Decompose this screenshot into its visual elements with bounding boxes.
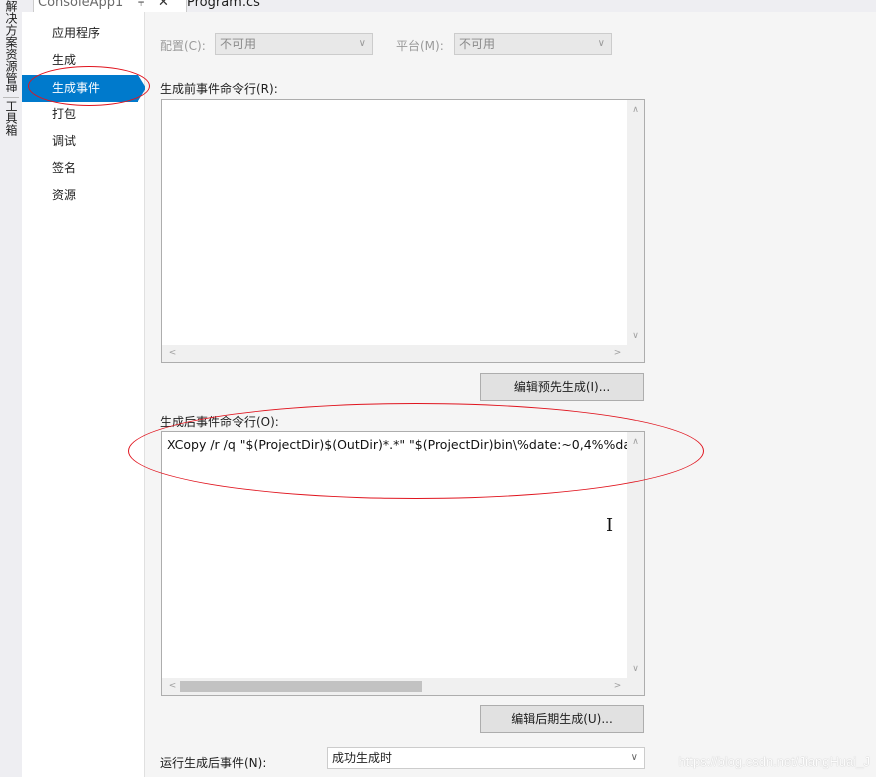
prebuild-vscroll[interactable]: ∧ ∨ [627, 100, 644, 345]
edit-postbuild-button[interactable]: 编辑后期生成(U)... [480, 705, 644, 733]
solution-explorer-tab[interactable]: 解决方案资源管理器 [3, 0, 19, 92]
property-nav: 应用程序 生成 生成事件 打包 调试 签名 资源 [22, 12, 146, 777]
chevron-down-icon: ∨ [597, 38, 605, 49]
tab-project[interactable]: ConsoleApp1 ⫧ ✕ [33, 0, 187, 12]
postbuild-label: 生成后事件命令行(O): [160, 415, 279, 429]
nav-item-application[interactable]: 应用程序 [22, 20, 138, 47]
nav-item-build-events[interactable]: 生成事件 [22, 75, 138, 102]
nav-item-signing[interactable]: 签名 [22, 155, 138, 182]
platform-value: 不可用 [459, 37, 496, 51]
postbuild-hscroll[interactable]: < > [162, 678, 627, 695]
hscroll-thumb[interactable] [180, 681, 422, 692]
edit-prebuild-button[interactable]: 编辑预先生成(I)... [480, 373, 644, 401]
prebuild-textbox[interactable]: ∧ ∨ < > [161, 99, 645, 363]
prebuild-label: 生成前事件命令行(R): [160, 82, 278, 96]
chevron-down-icon: ∨ [630, 752, 638, 763]
pin-icon[interactable]: ⫧ [138, 0, 144, 12]
scroll-corner [627, 345, 644, 362]
scroll-down-icon[interactable]: ∨ [627, 661, 644, 678]
watermark: https://blog.csdn.net/JiangHuai_J [678, 754, 870, 769]
document-tab-bar: ConsoleApp1 ⫧ ✕ Program.cs [22, 0, 876, 12]
run-postbuild-select[interactable]: 成功生成时 ∨ [327, 747, 645, 769]
scroll-up-icon[interactable]: ∧ [627, 102, 644, 119]
nav-item-build[interactable]: 生成 [22, 47, 138, 74]
postbuild-textbox[interactable]: XCopy /r /q "$(ProjectDir)$(OutDir)*.*" … [161, 431, 645, 696]
run-postbuild-label: 运行生成后事件(N): [160, 756, 267, 770]
scroll-corner [627, 678, 644, 695]
nav-item-package[interactable]: 打包 [22, 101, 138, 128]
scroll-left-icon[interactable]: < [164, 678, 181, 695]
scroll-right-icon[interactable]: > [609, 345, 626, 362]
postbuild-vscroll[interactable]: ∧ ∨ [627, 432, 644, 678]
dock-separator [3, 97, 19, 98]
config-select: 不可用 ∨ [215, 33, 373, 55]
prebuild-hscroll[interactable]: < > [162, 345, 627, 362]
platform-select: 不可用 ∨ [454, 33, 612, 55]
config-label: 配置(C): [160, 39, 206, 53]
text-cursor-icon: I [606, 515, 614, 536]
scroll-right-icon[interactable]: > [609, 678, 626, 695]
left-dock: 解决方案资源管理器 工具箱 [0, 0, 23, 777]
tab-program-cs[interactable]: Program.cs [187, 0, 260, 12]
chevron-down-icon: ∨ [358, 38, 366, 49]
scroll-down-icon[interactable]: ∨ [627, 328, 644, 345]
config-value: 不可用 [220, 37, 257, 51]
run-postbuild-value: 成功生成时 [332, 751, 393, 765]
close-icon[interactable]: ✕ [158, 0, 169, 12]
toolbox-tab[interactable]: 工具箱 [3, 100, 19, 140]
nav-item-debug[interactable]: 调试 [22, 128, 138, 155]
build-events-panel: 配置(C): 不可用 ∨ 平台(M): 不可用 ∨ 生成前事件命令行(R): ∧… [145, 12, 876, 777]
scroll-left-icon[interactable]: < [164, 345, 181, 362]
nav-item-resources[interactable]: 资源 [22, 182, 138, 209]
tab-project-label: ConsoleApp1 [38, 0, 124, 10]
platform-label: 平台(M): [396, 39, 444, 53]
postbuild-text: XCopy /r /q "$(ProjectDir)$(OutDir)*.*" … [167, 437, 645, 452]
scroll-up-icon[interactable]: ∧ [627, 434, 644, 451]
